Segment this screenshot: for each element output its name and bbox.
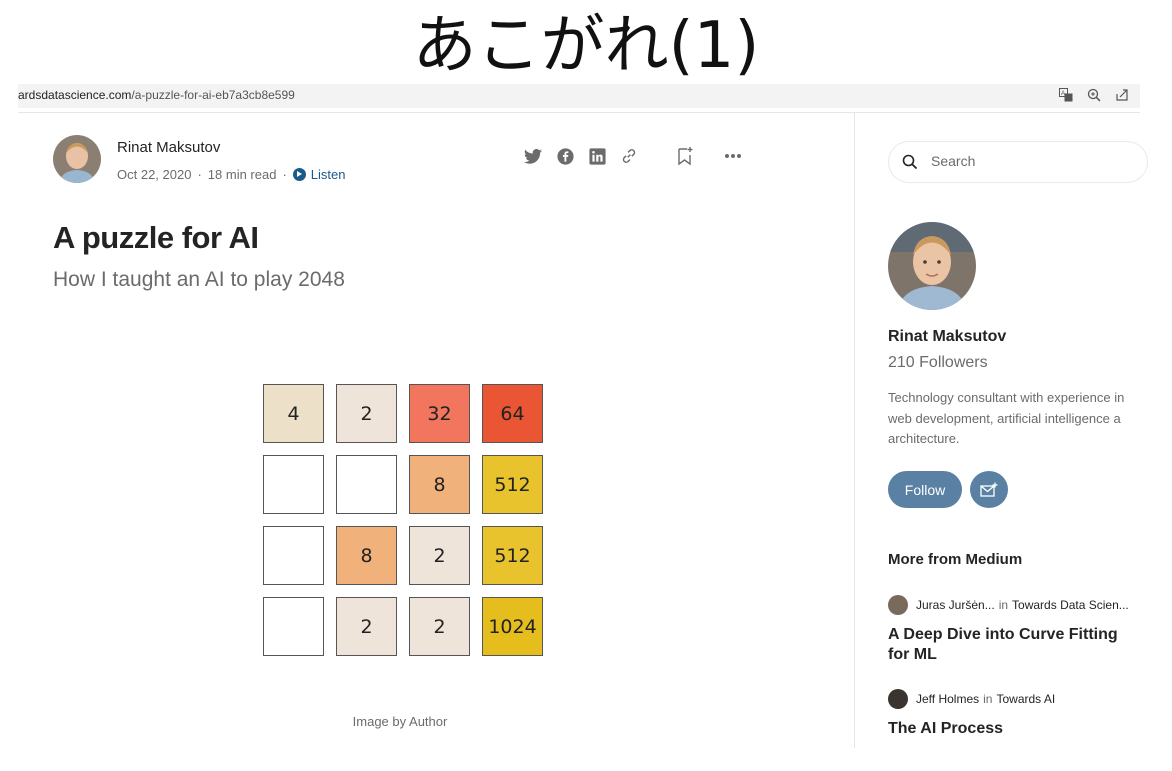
rec-author-row[interactable]: Jeff Holmes in Towards AI xyxy=(888,689,1055,709)
board-tile: 2 xyxy=(336,597,397,656)
board-tile: 8 xyxy=(409,455,470,514)
bio-line: architecture. xyxy=(888,431,960,446)
rec-author-avatar xyxy=(888,689,908,709)
mail-plus-icon xyxy=(980,482,998,497)
sidebar-divider xyxy=(854,113,855,748)
rec-author-name: Jeff Holmes xyxy=(916,692,980,706)
svg-text:A: A xyxy=(1061,91,1065,97)
article-title: A puzzle for AI xyxy=(53,220,259,255)
rec-author-avatar xyxy=(888,595,908,615)
meta-separator: · xyxy=(282,167,287,182)
search-box[interactable] xyxy=(888,141,1148,183)
board-tile: 2 xyxy=(336,384,397,443)
board-tile: 512 xyxy=(482,455,543,514)
rec-publication: Towards AI xyxy=(996,692,1056,706)
url-domain: ardsdatascience.com xyxy=(18,88,132,102)
address-bar[interactable]: ardsdatascience.com/a-puzzle-for-ai-eb7a… xyxy=(18,84,1140,108)
follower-count[interactable]: 210 Followers xyxy=(888,354,988,372)
author-name[interactable]: Rinat Maksutov xyxy=(117,139,220,156)
more-from-medium-heading: More from Medium xyxy=(888,551,1023,568)
browser-actions: A xyxy=(1058,87,1130,103)
listen-button[interactable]: Listen xyxy=(292,167,346,182)
board-tile: 8 xyxy=(336,526,397,585)
translate-icon[interactable]: A xyxy=(1058,87,1074,103)
bio-line: web development, artificial intelligence… xyxy=(888,410,1121,426)
url-text[interactable]: ardsdatascience.com/a-puzzle-for-ai-eb7a… xyxy=(18,88,295,102)
read-time: 18 min read xyxy=(207,167,277,182)
zoom-icon[interactable] xyxy=(1086,87,1102,103)
overlay-title: あこがれ(1) xyxy=(412,9,760,83)
game-board-2048: 4 2 32 64 8 512 8 2 512 2 2 1024 xyxy=(263,384,547,660)
article-meta: Oct 22, 2020 · 18 min read · Listen xyxy=(117,167,346,182)
search-icon xyxy=(902,154,918,175)
header-divider xyxy=(18,112,1140,113)
rec-article-title[interactable]: The AI Process xyxy=(888,719,1143,739)
meta-separator: · xyxy=(197,167,202,182)
bookmark-add-icon[interactable] xyxy=(675,146,695,166)
rec-author-row[interactable]: Juras Juršėn... in Towards Data Scien... xyxy=(888,595,1129,615)
image-caption: Image by Author xyxy=(352,714,448,729)
profile-avatar[interactable] xyxy=(888,222,976,310)
rec-author-name: Juras Juršėn... xyxy=(916,598,995,612)
twitter-icon[interactable] xyxy=(523,146,543,166)
board-tile xyxy=(263,455,324,514)
share-icon[interactable] xyxy=(1114,87,1130,103)
board-tile: 512 xyxy=(482,526,543,585)
board-tile: 4 xyxy=(263,384,324,443)
copy-link-icon[interactable] xyxy=(619,146,639,166)
board-tile: 2 xyxy=(409,526,470,585)
share-toolbar xyxy=(523,146,743,166)
linkedin-icon[interactable] xyxy=(587,146,607,166)
facebook-icon[interactable] xyxy=(555,146,575,166)
rec-in-label: in xyxy=(983,692,993,706)
board-tile: 64 xyxy=(482,384,543,443)
board-tile: 2 xyxy=(409,597,470,656)
board-tile xyxy=(263,597,324,656)
follow-button[interactable]: Follow xyxy=(888,471,962,508)
subscribe-email-button[interactable] xyxy=(970,471,1008,508)
url-path: /a-puzzle-for-ai-eb7a3cb8e599 xyxy=(131,88,295,102)
board-tile: 1024 xyxy=(482,597,543,656)
profile-bio: Technology consultant with experience in… xyxy=(888,388,1148,450)
board-tile xyxy=(263,526,324,585)
board-tile: 32 xyxy=(409,384,470,443)
article-subtitle: How I taught an AI to play 2048 xyxy=(53,268,345,291)
listen-label: Listen xyxy=(310,167,346,182)
rec-in-label: in xyxy=(998,598,1009,612)
author-avatar[interactable] xyxy=(53,135,101,183)
rec-article-title[interactable]: A Deep Dive into Curve Fitting for ML xyxy=(888,625,1143,665)
search-input[interactable] xyxy=(929,152,1133,170)
board-tile xyxy=(336,455,397,514)
bio-line: Technology consultant with experience in xyxy=(888,390,1125,405)
more-options-icon[interactable] xyxy=(723,146,743,166)
rec-publication: Towards Data Scien... xyxy=(1012,598,1129,612)
play-icon xyxy=(292,168,306,181)
profile-name[interactable]: Rinat Maksutov xyxy=(888,328,1006,346)
publish-date: Oct 22, 2020 xyxy=(117,167,192,182)
